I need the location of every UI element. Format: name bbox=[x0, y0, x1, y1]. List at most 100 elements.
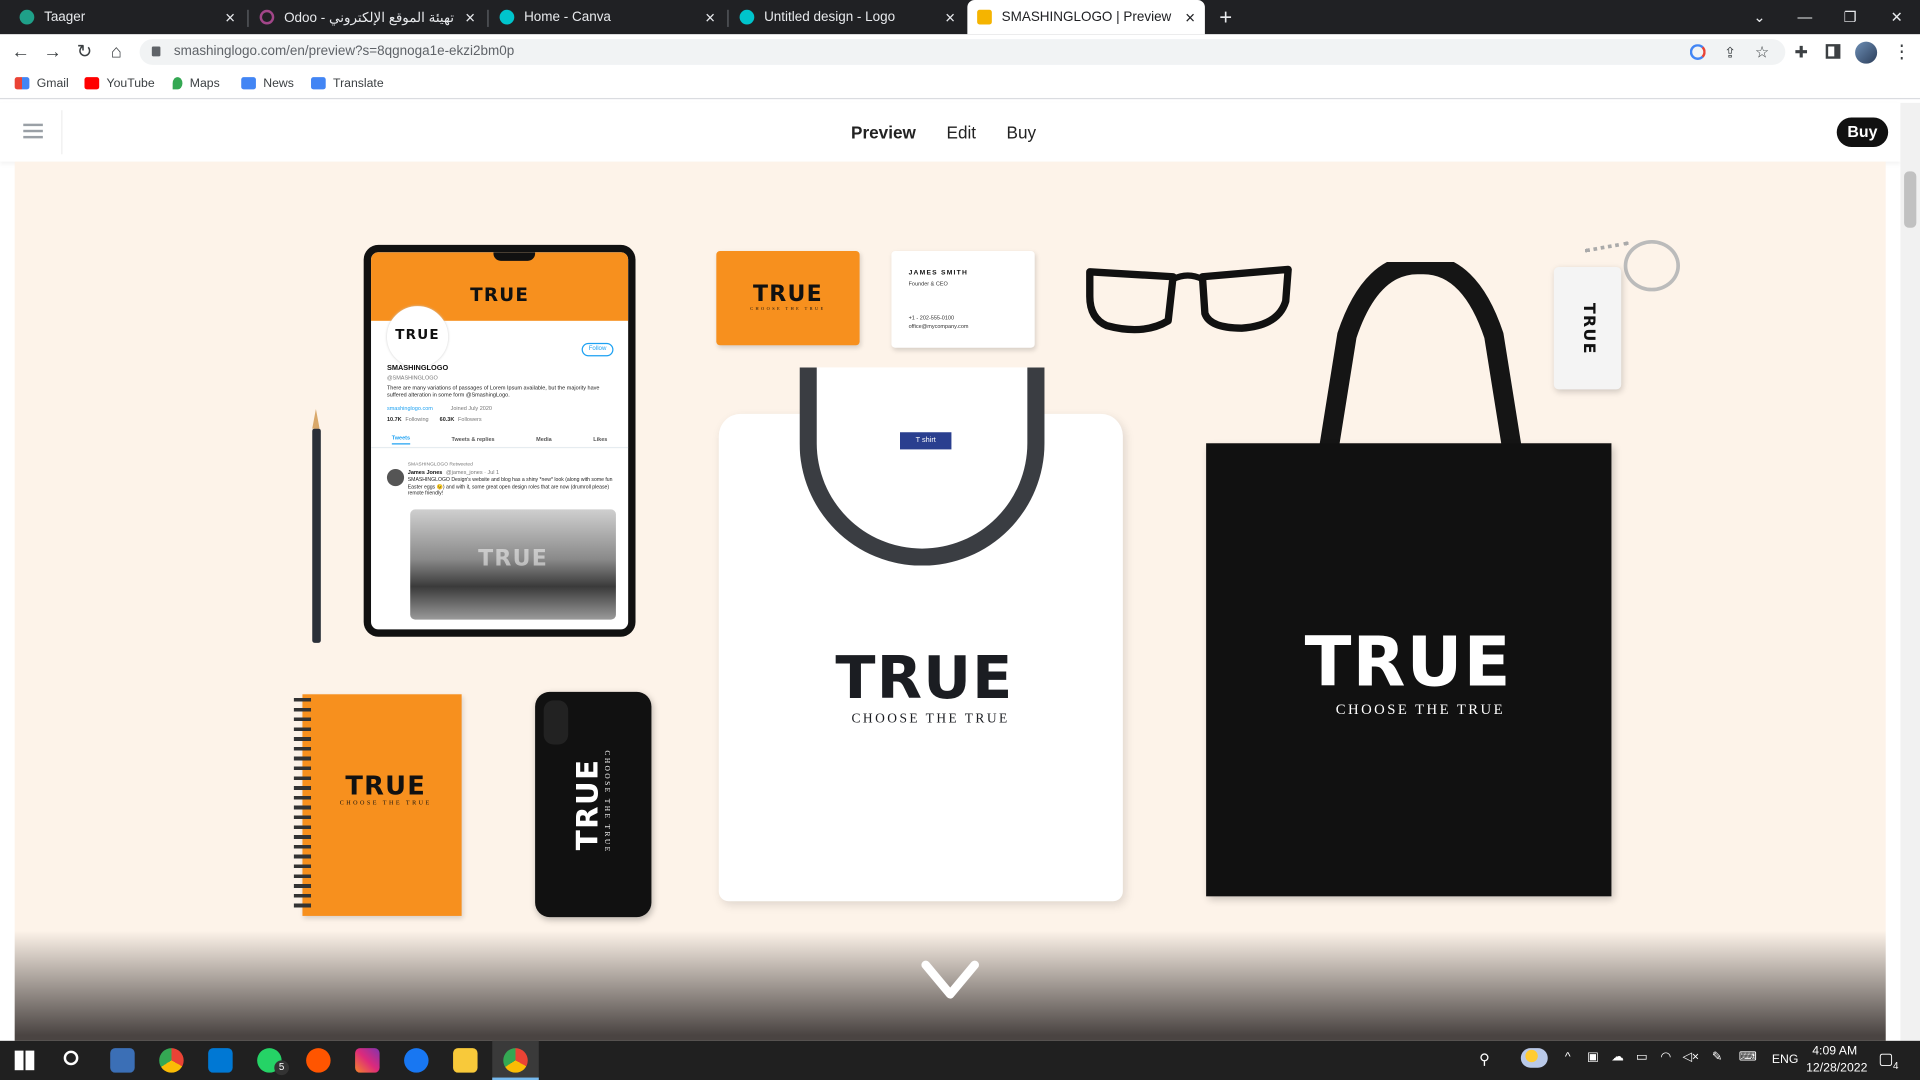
bookmark-star-icon[interactable]: ☆ bbox=[1751, 42, 1773, 64]
profile-tab: Tweets bbox=[391, 434, 411, 444]
lock-icon[interactable] bbox=[151, 46, 161, 57]
soundcloud-icon[interactable] bbox=[306, 1048, 331, 1073]
bag-handles bbox=[1317, 262, 1524, 458]
buy-button[interactable]: Buy bbox=[1836, 117, 1889, 147]
battery-icon[interactable]: ▭ bbox=[1636, 1051, 1648, 1064]
bookmark-label: YouTube bbox=[106, 76, 155, 91]
bag-tagline: CHOOSE THE TRUE bbox=[1335, 700, 1506, 718]
store-icon[interactable] bbox=[110, 1048, 135, 1073]
chrome-icon[interactable] bbox=[503, 1048, 528, 1073]
side-panel-icon[interactable] bbox=[1825, 44, 1841, 59]
chrome-icon[interactable] bbox=[159, 1048, 184, 1073]
chevron-up-icon[interactable]: ^ bbox=[1565, 1051, 1571, 1064]
close-icon[interactable]: × bbox=[1185, 7, 1195, 27]
close-icon[interactable]: × bbox=[945, 7, 955, 27]
taager-icon bbox=[19, 9, 35, 25]
gmail-icon bbox=[14, 77, 30, 90]
phone-logo: TRUE bbox=[570, 758, 605, 851]
card-person-name: JAMES SMITH bbox=[908, 269, 969, 277]
search-icon[interactable] bbox=[63, 1050, 79, 1066]
people-icon[interactable]: ⚲ bbox=[1479, 1051, 1490, 1068]
wifi-icon[interactable]: ◠ bbox=[1660, 1051, 1671, 1064]
tab-canva-design[interactable]: Untitled design - Logo × bbox=[730, 0, 965, 34]
keyboard-icon[interactable]: ⌨ bbox=[1739, 1051, 1757, 1064]
hamburger-menu-icon[interactable] bbox=[23, 123, 43, 139]
bookmark-gmail[interactable]: Gmail bbox=[14, 75, 69, 92]
onedrive-icon[interactable]: ☁ bbox=[1611, 1051, 1623, 1064]
profile-handle: @SMASHINGLOGO bbox=[386, 374, 438, 381]
notification-badge: 4 bbox=[1893, 1060, 1899, 1072]
retweet-label: SMASHINGLOGO Retweeted bbox=[407, 460, 473, 467]
close-icon[interactable]: × bbox=[225, 7, 235, 27]
nav-preview[interactable]: Preview bbox=[851, 122, 916, 142]
close-icon[interactable]: × bbox=[705, 7, 715, 27]
tshirt-tagline: CHOOSE THE TRUE bbox=[851, 711, 1010, 727]
tab-odoo[interactable]: Odoo - أداة تهيئة الموقع الإلكتروني × bbox=[250, 0, 485, 34]
tweet-text: SMASHINGLOGO Design's website and blog h… bbox=[407, 476, 613, 496]
tab-separator bbox=[727, 9, 729, 27]
canva-icon bbox=[499, 9, 515, 25]
news-icon bbox=[241, 77, 256, 90]
volume-muted-icon[interactable]: ◁× bbox=[1682, 1051, 1699, 1064]
google-lens-icon[interactable] bbox=[1689, 44, 1706, 61]
avatar[interactable] bbox=[1855, 41, 1878, 64]
tab-search-icon[interactable]: ⌄ bbox=[1736, 0, 1783, 34]
nav-buy[interactable]: Buy bbox=[1007, 122, 1037, 142]
share-icon[interactable]: ⇪ bbox=[1719, 42, 1741, 64]
tab-title: Untitled design - Logo bbox=[764, 9, 896, 25]
tab-taager[interactable]: Taager × bbox=[10, 0, 245, 34]
back-icon[interactable]: ← bbox=[10, 42, 32, 64]
meet-icon[interactable]: ▣ bbox=[1587, 1051, 1599, 1064]
facebook-icon[interactable] bbox=[404, 1048, 429, 1073]
close-window-button[interactable]: ✕ bbox=[1873, 0, 1920, 34]
bookmark-label: Translate bbox=[333, 76, 384, 91]
nav-edit[interactable]: Edit bbox=[947, 122, 977, 142]
tweet-author: James Jones bbox=[407, 468, 443, 476]
language-indicator[interactable]: ENG bbox=[1772, 1053, 1799, 1066]
restore-button[interactable]: ❐ bbox=[1827, 0, 1874, 34]
phone-tagline: CHOOSE THE TRUE bbox=[602, 750, 610, 854]
home-icon[interactable]: ⌂ bbox=[105, 42, 127, 64]
forward-icon[interactable]: → bbox=[42, 42, 64, 64]
reload-icon[interactable]: ↻ bbox=[73, 42, 95, 64]
bookmark-news[interactable]: News bbox=[241, 75, 294, 92]
weather-icon[interactable] bbox=[1520, 1048, 1548, 1068]
minimize-button[interactable]: — bbox=[1782, 0, 1829, 34]
card-person-role: Founder & CEO bbox=[908, 280, 948, 287]
tshirt-logo: TRUE bbox=[835, 644, 1014, 713]
phone-camera bbox=[543, 700, 569, 745]
windows-start-icon[interactable] bbox=[14, 1050, 35, 1071]
file-explorer-icon[interactable] bbox=[453, 1048, 478, 1073]
bag-logo: TRUE bbox=[1304, 623, 1512, 703]
bookmark-maps[interactable]: Maps bbox=[172, 75, 220, 92]
tab-smashinglogo[interactable]: SMASHINGLOGO | Preview × bbox=[967, 0, 1205, 35]
card-email: office@mycompany.com bbox=[908, 323, 969, 330]
scrollbar-thumb[interactable] bbox=[1904, 171, 1917, 228]
maps-icon bbox=[172, 77, 183, 90]
vscode-icon[interactable] bbox=[208, 1048, 233, 1073]
clock-time[interactable]: 4:09 AM bbox=[1812, 1044, 1857, 1057]
youtube-icon bbox=[84, 77, 100, 90]
tab-title: Taager bbox=[44, 9, 86, 25]
menu-kebab-icon[interactable]: ⋮ bbox=[1891, 42, 1913, 64]
bookmark-translate[interactable]: Translate bbox=[311, 75, 384, 92]
new-tab-button[interactable]: + bbox=[1212, 5, 1239, 29]
close-icon[interactable]: × bbox=[465, 7, 475, 27]
pen-icon[interactable]: ✎ bbox=[1712, 1051, 1722, 1064]
followers-label: Followers bbox=[458, 416, 482, 423]
page-scrollbar[interactable] bbox=[1900, 102, 1920, 1041]
tweet-meta: @james_jones · Jul 1 bbox=[446, 468, 500, 476]
url-text[interactable]: smashinglogo.com/en/preview?s=8qgnoga1e-… bbox=[174, 44, 514, 59]
bookmark-youtube[interactable]: YouTube bbox=[84, 75, 155, 92]
chevron-down-icon[interactable] bbox=[921, 955, 980, 1004]
extensions-icon[interactable]: ✚ bbox=[1790, 42, 1812, 64]
profile-stats: 10.7K Following 60.3K Followers bbox=[387, 416, 482, 422]
notification-icon[interactable]: ▢ bbox=[1878, 1049, 1893, 1069]
tab-canva-home[interactable]: Home - Canva × bbox=[490, 0, 725, 34]
instagram-icon[interactable] bbox=[355, 1048, 380, 1073]
tweet-avatar bbox=[386, 468, 405, 487]
profile-tabs: Tweets Tweets & replies Media Likes bbox=[371, 431, 629, 449]
banner-logo: TRUE bbox=[470, 284, 530, 307]
notebook-logo: TRUE bbox=[345, 771, 427, 801]
clock-date[interactable]: 12/28/2022 bbox=[1806, 1062, 1867, 1075]
